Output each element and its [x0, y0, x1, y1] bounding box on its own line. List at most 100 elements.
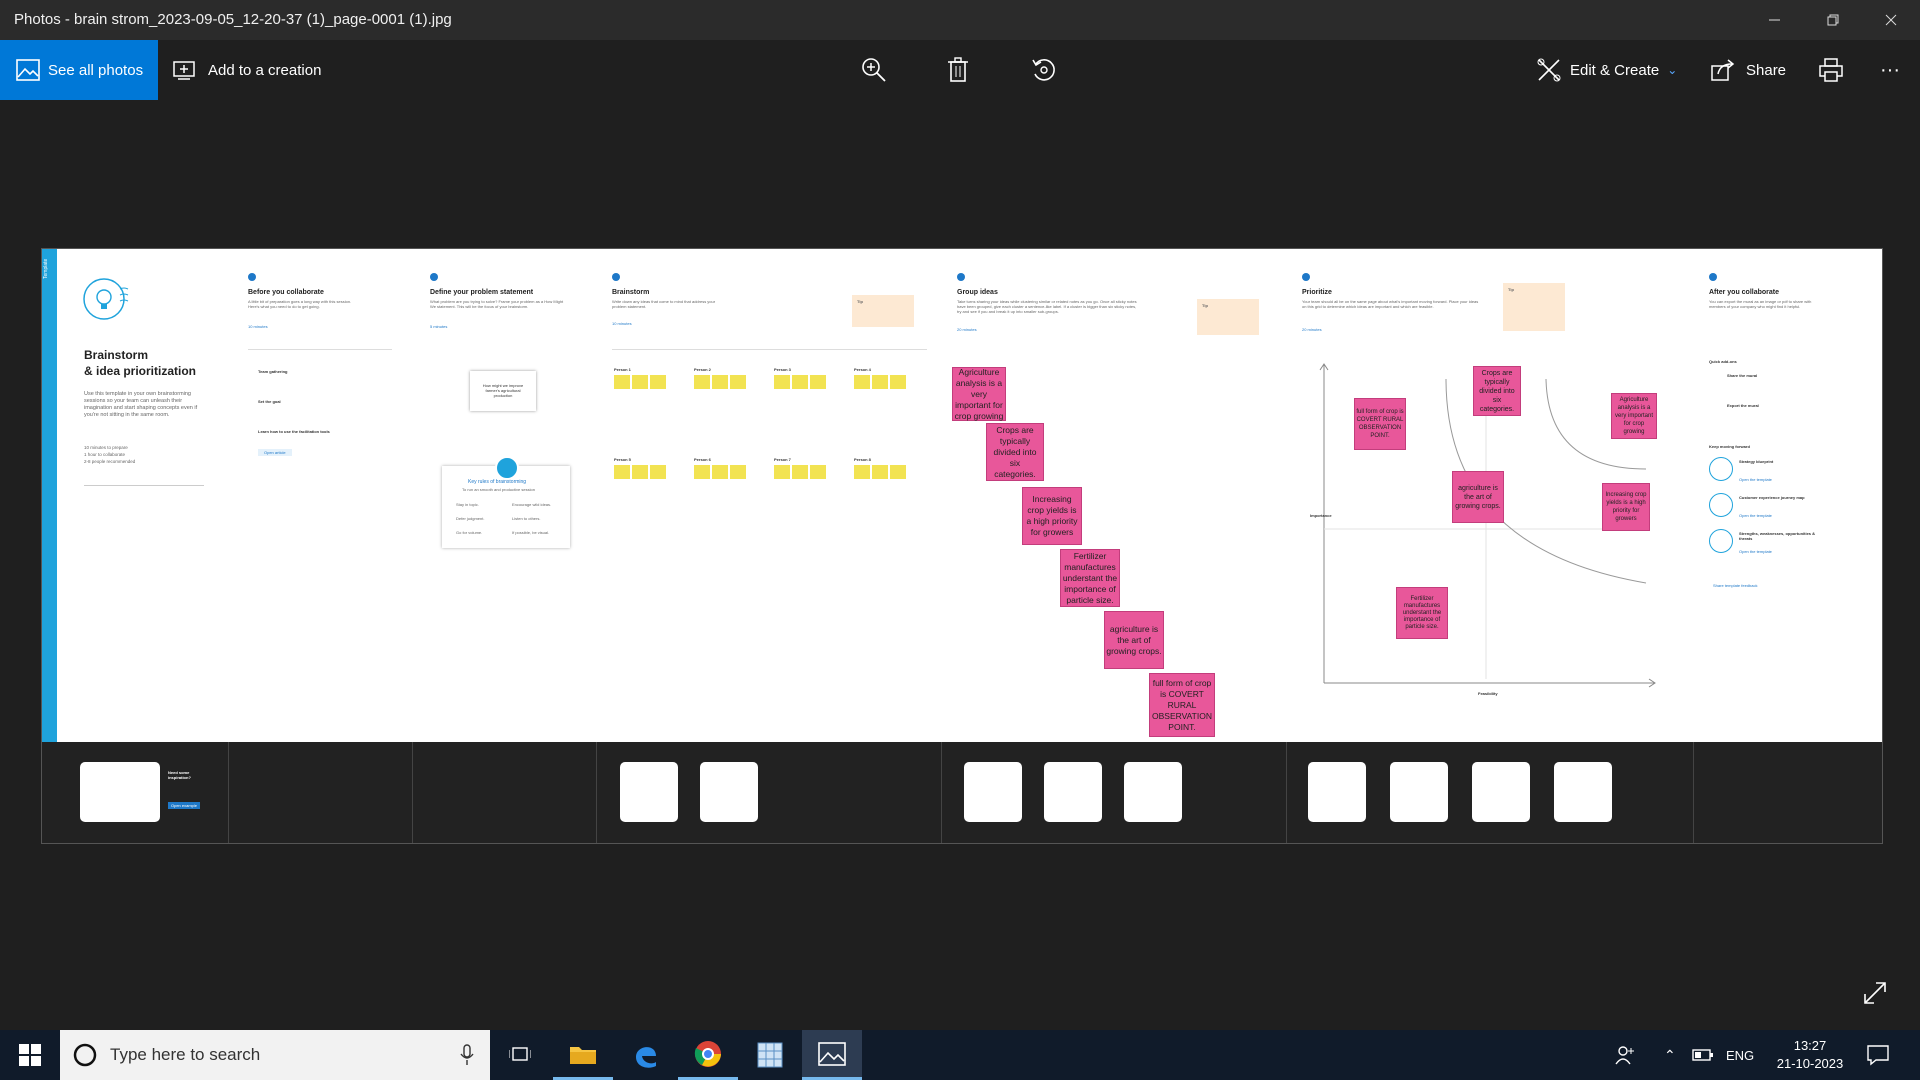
open-template-link[interactable]: Open the template [1739, 549, 1772, 554]
prioritize-thumbnail [1472, 762, 1530, 822]
sticky-note-pink: Agriculture analysis is a very important… [1611, 393, 1657, 439]
clock[interactable]: 13:27 21-10-2023 [1770, 1030, 1850, 1080]
zoom-in-icon [862, 58, 886, 82]
template-feedback-link[interactable]: Share template feedback [1713, 583, 1757, 588]
group-title: Group ideas [957, 289, 998, 296]
sticky-note [854, 465, 870, 479]
sticky-note-pink: agriculture is the art of growing crops. [1104, 611, 1164, 669]
action-center-button[interactable] [1866, 1030, 1890, 1080]
rules-title: Key rules of brainstorming [468, 479, 527, 485]
show-hidden-icons-button[interactable]: ⌃ [1664, 1030, 1676, 1080]
intro-stat-prepare: 10 minutes to prepare [84, 445, 128, 450]
sticky-note-pink: Fertilizer manufactures understant the i… [1060, 549, 1120, 607]
photo-viewer-image[interactable]: Template Brainstorm & idea prioritizatio… [41, 248, 1883, 844]
person-8-label: Person 8 [854, 457, 871, 462]
open-template-link[interactable]: Open the template [1739, 477, 1772, 482]
group-time: 20 minutes [957, 327, 977, 332]
sticky-note [774, 465, 790, 479]
see-all-photos-label: See all photos [48, 61, 144, 79]
microphone-icon [460, 1044, 474, 1065]
share-button[interactable]: Share [1710, 40, 1786, 100]
group-description: Take turns sharing your ideas while clus… [957, 299, 1137, 314]
step-number-icon [430, 273, 438, 281]
open-example-button[interactable]: Open example [168, 802, 201, 809]
before-description: A little bit of preparation goes a long … [248, 299, 352, 309]
sticky-note [872, 375, 888, 389]
rule-5: Go for volume. [456, 530, 483, 535]
intro-description: Use this template in your own brainstorm… [84, 391, 198, 418]
divider [941, 742, 942, 843]
sticky-note [650, 375, 666, 389]
minimize-button[interactable] [1746, 0, 1804, 40]
person-5-label: Person 5 [614, 457, 631, 462]
inspiration-strip: Need some inspiration? Open example [42, 742, 1882, 843]
brainstorm-thumbnail [620, 762, 678, 822]
add-to-creation-button[interactable]: Add to a creation [172, 40, 321, 100]
sticky-note-pink: Crops are typically divided into six cat… [986, 423, 1044, 481]
add-to-creation-label: Add to a creation [208, 61, 322, 79]
see-all-photos-button[interactable]: See all photos [0, 40, 158, 100]
brainstorm-description: Write down any ideas that come to mind t… [612, 299, 716, 309]
divider [1693, 742, 1694, 843]
share-label: Share [1746, 61, 1787, 79]
sticky-note-pink: full form of crop is COVERT RURAL OBSERV… [1354, 398, 1406, 450]
before-step-b: Set the goal [258, 399, 281, 404]
brainstorm-panel: Brainstorm Write down any ideas that com… [596, 249, 942, 742]
group-thumbnail [1124, 762, 1182, 822]
snipping-tool-button[interactable] [740, 1030, 800, 1080]
sticky-note-pink: Fertilizer manufactures understant the i… [1396, 587, 1448, 639]
before-open-article-link[interactable]: Open article [258, 449, 292, 456]
photos-toolbar: See all photos Add to a creation Edit & … [0, 40, 1920, 100]
edge-button[interactable] [616, 1030, 676, 1080]
journey-map-icon [1709, 493, 1733, 517]
swot-item: Strengths, weaknesses, opportunities & t… [1739, 531, 1816, 541]
battery-icon [1692, 1049, 1713, 1061]
problem-card-text: How might we improve farmer's agricultur… [482, 383, 524, 398]
fullscreen-button[interactable] [1862, 980, 1888, 1011]
intro-title-line1: Brainstorm [84, 348, 149, 362]
sticky-note-pink: Increasing crop yields is a high priorit… [1602, 483, 1650, 531]
more-icon: ··· [1880, 58, 1900, 81]
people-button[interactable] [1614, 1030, 1636, 1080]
edit-create-label: Edit & Create [1570, 61, 1660, 79]
rule-3: Defer judgment. [456, 516, 485, 521]
edit-create-button[interactable]: Edit & Create ⌄ [1536, 40, 1677, 100]
before-collaborate-panel: Before you collaborate A little bit of p… [228, 249, 413, 742]
rotate-button[interactable] [1030, 40, 1058, 100]
start-button[interactable] [0, 1030, 60, 1080]
prioritize-thumbnail [1390, 762, 1448, 822]
open-template-link[interactable]: Open the template [1739, 513, 1772, 518]
zoom-button[interactable] [860, 40, 888, 100]
rule-4: Listen to others. [512, 516, 541, 521]
print-button[interactable] [1818, 40, 1844, 100]
divider [412, 742, 413, 843]
restore-button[interactable] [1804, 0, 1862, 40]
language-indicator[interactable]: ENG [1726, 1030, 1754, 1080]
x-axis-label: Feasibility [1478, 691, 1498, 696]
tip-label: Tip [1202, 303, 1208, 308]
battery-indicator[interactable] [1692, 1030, 1714, 1080]
close-button[interactable] [1862, 0, 1920, 40]
taskbar-search-box[interactable]: Type here to search [60, 1030, 490, 1080]
sticky-note [712, 465, 728, 479]
sticky-note [872, 465, 888, 479]
more-options-button[interactable]: ··· [1880, 40, 1900, 100]
rotate-icon [1032, 59, 1055, 81]
divider [248, 349, 392, 350]
sticky-note [730, 375, 746, 389]
sticky-note-pink: Agriculture analysis is a very important… [952, 367, 1006, 421]
intro-stat-collaborate: 1 hour to collaborate [84, 452, 126, 457]
divider [1286, 742, 1287, 843]
tip-card: Tip [1197, 299, 1259, 335]
divider [612, 349, 927, 350]
lightbulb-icon [83, 278, 129, 320]
photos-app-button[interactable] [802, 1030, 862, 1080]
delete-button[interactable] [946, 40, 970, 100]
file-explorer-button[interactable] [553, 1030, 613, 1080]
task-view-button[interactable] [490, 1030, 550, 1080]
printer-icon [1819, 58, 1843, 82]
sticky-note [810, 375, 826, 389]
chrome-button[interactable] [678, 1030, 738, 1080]
trash-icon [948, 57, 968, 82]
sticky-note [694, 375, 710, 389]
